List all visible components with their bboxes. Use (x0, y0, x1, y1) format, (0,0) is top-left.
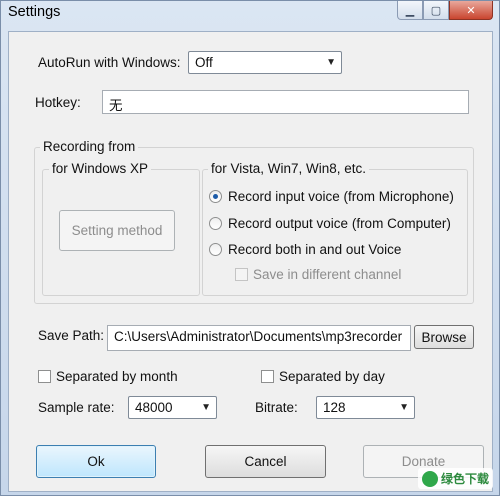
radio-record-output[interactable]: Record output voice (from Computer) (209, 216, 451, 231)
window-title: Settings (8, 4, 61, 20)
cancel-button[interactable]: Cancel (205, 445, 326, 478)
minimize-icon: ▁ (405, 4, 415, 17)
radio-record-input[interactable]: Record input voice (from Microphone) (209, 189, 454, 204)
checkbox-separated-by-day-label: Separated by day (279, 369, 385, 384)
chevron-down-icon: ▼ (201, 402, 211, 413)
close-icon: ✕ (466, 4, 476, 17)
radio-record-output-label: Record output voice (from Computer) (228, 216, 451, 231)
watermark-logo-icon (421, 470, 438, 487)
checkbox-separated-by-month[interactable]: Separated by month (38, 369, 178, 384)
watermark-text: 绿色下载 (440, 472, 489, 486)
chevron-down-icon: ▼ (326, 57, 336, 68)
radio-record-input-dot (209, 190, 222, 203)
save-path-label: Save Path: (38, 328, 105, 343)
setting-method-button[interactable]: Setting method (59, 210, 175, 251)
checkbox-separate-channel[interactable]: Save in different channel (235, 267, 401, 282)
settings-window: Settings ▁ ▢ ✕ AutoRun with Windows: Off… (0, 0, 500, 496)
autorun-select-value: Off (195, 55, 213, 70)
vista-group-title: for Vista, Win7, Win8, etc. (208, 161, 370, 176)
autorun-label: AutoRun with Windows: (38, 55, 181, 70)
radio-record-both-label: Record both in and out Voice (228, 242, 402, 257)
autorun-select[interactable]: Off ▼ (188, 51, 342, 74)
checkbox-separated-by-day[interactable]: Separated by day (261, 369, 385, 384)
checkbox-separated-by-day-box (261, 370, 274, 383)
chevron-down-icon: ▼ (399, 402, 409, 413)
caption-buttons: ▁ ▢ ✕ (397, 1, 493, 21)
ok-button[interactable]: Ok (36, 445, 156, 478)
checkbox-separated-by-month-label: Separated by month (56, 369, 178, 384)
hotkey-input[interactable]: 无 (102, 90, 469, 114)
checkbox-separate-channel-box (235, 268, 248, 281)
hotkey-label: Hotkey: (35, 95, 81, 110)
recording-group-title: Recording from (40, 139, 139, 154)
checkbox-separated-by-month-box (38, 370, 51, 383)
close-button[interactable]: ✕ (449, 1, 493, 20)
sample-rate-select-value: 48000 (135, 400, 173, 415)
radio-record-both-dot (209, 243, 222, 256)
save-path-input-value: C:\Users\Administrator\Documents\mp3reco… (114, 329, 403, 344)
sample-rate-select[interactable]: 48000 ▼ (128, 396, 217, 419)
settings-client-area: AutoRun with Windows: Off ▼ Hotkey: 无 Re… (8, 31, 493, 492)
maximize-button[interactable]: ▢ (423, 1, 449, 20)
radio-record-output-dot (209, 217, 222, 230)
xp-group-title: for Windows XP (49, 161, 152, 176)
hotkey-input-value: 无 (109, 98, 123, 113)
radio-record-both[interactable]: Record both in and out Voice (209, 242, 401, 257)
minimize-button[interactable]: ▁ (397, 1, 423, 20)
bitrate-select[interactable]: 128 ▼ (316, 396, 415, 419)
save-path-input[interactable]: C:\Users\Administrator\Documents\mp3reco… (107, 325, 411, 351)
sample-rate-label: Sample rate: (38, 400, 115, 415)
maximize-icon: ▢ (430, 4, 442, 17)
radio-record-input-label: Record input voice (from Microphone) (228, 189, 454, 204)
browse-button[interactable]: Browse (414, 325, 474, 349)
bitrate-select-value: 128 (323, 400, 346, 415)
checkbox-separate-channel-label: Save in different channel (253, 267, 402, 282)
bitrate-label: Bitrate: (255, 400, 298, 415)
watermark: 绿色下载 (417, 468, 493, 489)
